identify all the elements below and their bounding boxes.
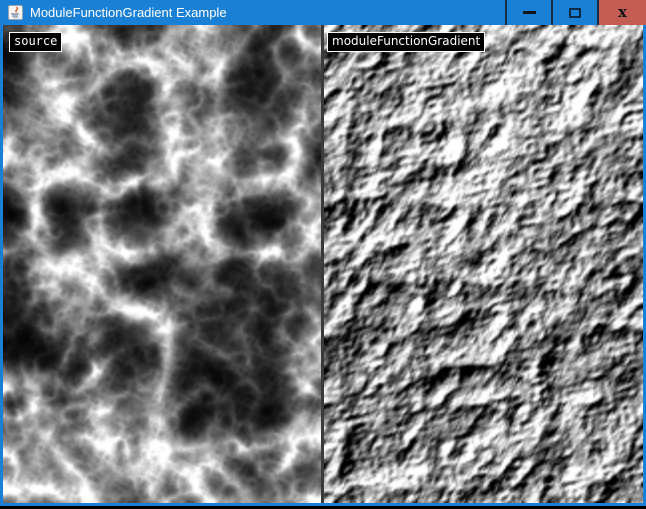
gradient-image — [324, 25, 643, 503]
source-label: source — [9, 32, 62, 52]
close-icon: x — [618, 5, 627, 20]
window-title: ModuleFunctionGradient Example — [30, 0, 505, 25]
maximize-button[interactable] — [551, 0, 597, 25]
window-frame: source moduleFunctionGradient — [0, 25, 646, 506]
java-app-icon — [8, 5, 23, 20]
titlebar[interactable]: ModuleFunctionGradient Example x — [0, 0, 646, 25]
content-area: source moduleFunctionGradient — [3, 25, 643, 503]
gradient-label: moduleFunctionGradient — [327, 32, 485, 52]
maximize-icon — [569, 8, 581, 18]
minimize-button[interactable] — [505, 0, 551, 25]
close-button[interactable]: x — [597, 0, 646, 25]
minimize-icon — [523, 11, 536, 14]
window-controls: x — [505, 0, 646, 25]
app-window: ModuleFunctionGradient Example x source … — [0, 0, 646, 509]
source-image — [3, 25, 321, 503]
